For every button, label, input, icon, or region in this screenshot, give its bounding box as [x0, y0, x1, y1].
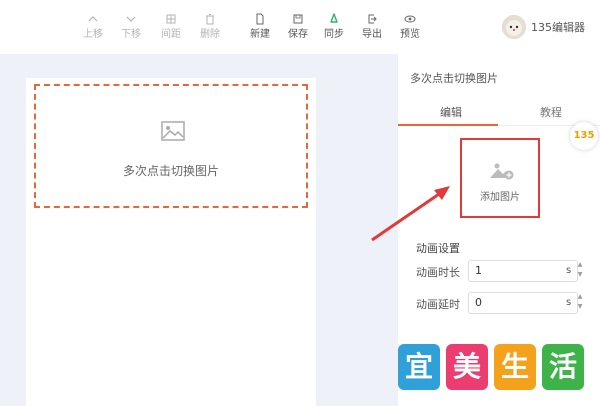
username: 135编辑器: [531, 21, 585, 34]
tab-tutorial[interactable]: 教程: [540, 104, 562, 120]
135-badge[interactable]: 135: [570, 122, 598, 150]
chevron-down-icon: [124, 12, 138, 26]
eye-icon: [403, 12, 417, 26]
move-up-button[interactable]: 上移: [76, 12, 110, 41]
watermark-char: 生: [494, 344, 536, 390]
watermark-char: 宜: [398, 344, 440, 390]
preview-button[interactable]: 预览: [393, 12, 427, 41]
sync-label: 同步: [324, 29, 344, 40]
watermark-char: 活: [542, 344, 584, 390]
chevron-up-icon: [86, 12, 100, 26]
duration-input[interactable]: 1: [468, 260, 578, 282]
tab-active-indicator: [398, 124, 498, 126]
spacing-button[interactable]: 间距: [154, 12, 188, 41]
grid-icon: [164, 12, 178, 26]
delay-row: 动画延时 0 s ▲ ▼: [416, 292, 586, 314]
move-down-label: 下移: [121, 29, 141, 40]
canvas-hint: 多次点击切换图片: [122, 164, 219, 178]
image-icon: [160, 120, 186, 142]
image-switch-component[interactable]: 多次点击切换图片: [34, 84, 308, 208]
duration-unit: s: [566, 265, 572, 276]
new-button[interactable]: 新建: [243, 12, 277, 41]
editor-canvas: 多次点击切换图片: [26, 78, 316, 406]
duration-label: 动画时长: [416, 266, 460, 279]
avatar: [502, 15, 526, 39]
panel-tabs: 编辑 教程: [398, 102, 600, 126]
export-label: 导出: [362, 29, 382, 40]
move-up-label: 上移: [83, 29, 103, 40]
delay-label: 动画延时: [416, 298, 460, 311]
delete-label: 删除: [200, 29, 220, 40]
delay-input[interactable]: 0: [468, 292, 578, 314]
watermark-char: 美: [446, 344, 488, 390]
export-icon: [365, 12, 379, 26]
delay-unit: s: [566, 297, 572, 308]
duration-stepper[interactable]: ▲ ▼: [576, 260, 584, 282]
toolbar: 上移 下移 间距 删除 新建 保存 同步 导出 预览 135编辑器: [0, 0, 600, 54]
tab-edit[interactable]: 编辑: [440, 104, 462, 120]
trash-icon: [203, 12, 217, 26]
add-image-button[interactable]: 添加图片: [460, 138, 540, 218]
spacing-label: 间距: [161, 29, 181, 40]
export-button[interactable]: 导出: [355, 12, 389, 41]
file-icon: [253, 12, 267, 26]
new-label: 新建: [250, 29, 270, 40]
save-button[interactable]: 保存: [281, 12, 315, 41]
sync-button[interactable]: 同步: [317, 12, 351, 41]
floppy-icon: [291, 12, 305, 26]
annotation-arrow: [368, 184, 454, 244]
preview-label: 预览: [400, 29, 420, 40]
delay-stepper[interactable]: ▲ ▼: [576, 292, 584, 314]
add-image-label: 添加图片: [480, 192, 520, 203]
user-menu[interactable]: 135编辑器: [502, 14, 585, 40]
move-down-button[interactable]: 下移: [114, 12, 148, 41]
delete-button[interactable]: 删除: [193, 12, 227, 41]
add-image-icon: [488, 160, 514, 182]
panel-title: 多次点击切换图片: [410, 72, 498, 85]
save-label: 保存: [288, 29, 308, 40]
sync-icon: [327, 12, 341, 26]
duration-row: 动画时长 1 s ▲ ▼: [416, 260, 586, 282]
